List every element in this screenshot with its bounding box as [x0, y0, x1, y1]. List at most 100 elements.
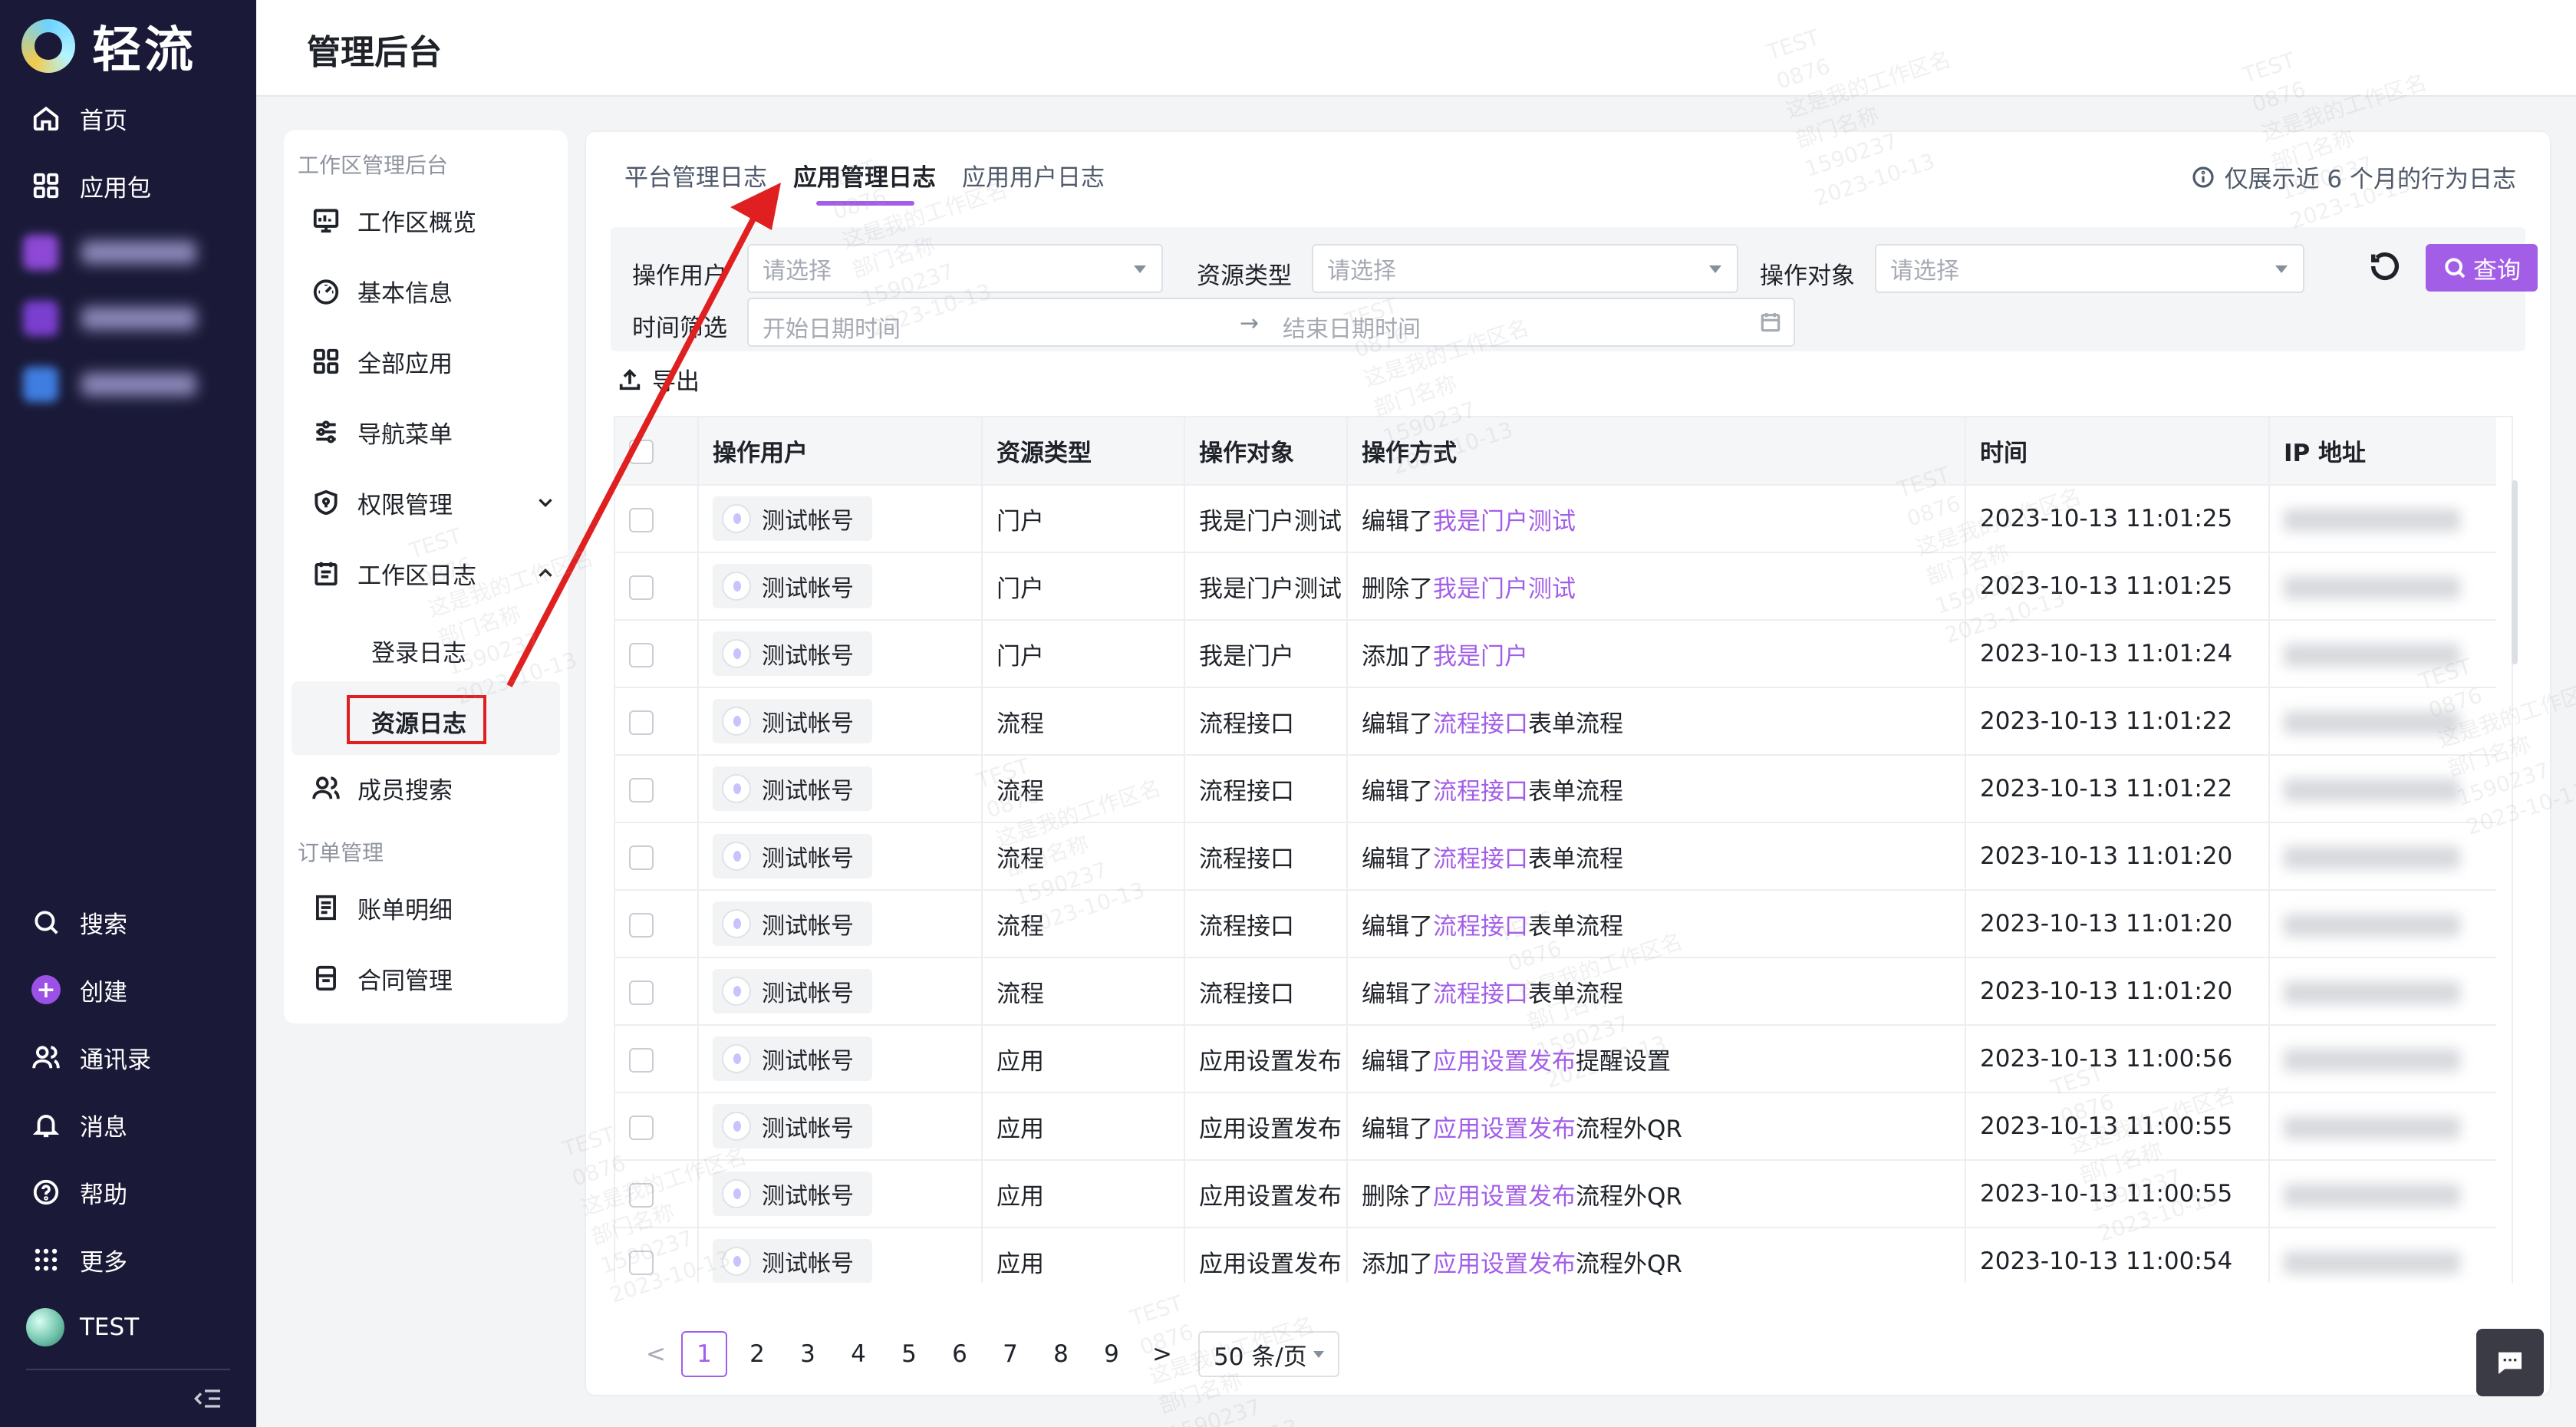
page-button-9[interactable]: 9 — [1086, 1340, 1137, 1368]
user-chip[interactable]: 测试帐号 — [713, 969, 872, 1013]
select-all-cell[interactable] — [615, 417, 699, 486]
row-select-cell[interactable] — [615, 890, 699, 958]
action-link[interactable]: 应用设置发布 — [1433, 1116, 1576, 1143]
reset-button[interactable] — [2367, 249, 2407, 288]
table-row[interactable]: 测试帐号 应用 应用设置发布 编辑了应用设置发布提醒设置 2023-10-13 11:0… — [615, 1025, 2496, 1093]
target-select[interactable]: 请选择 — [1875, 244, 2304, 293]
row-checkbox[interactable] — [629, 980, 654, 1005]
row-checkbox[interactable] — [629, 777, 654, 802]
row-checkbox[interactable] — [629, 507, 654, 532]
table-row[interactable]: 测试帐号 流程 流程接口 编辑了流程接口表单流程 2023-10-13 11:01:20 — [615, 890, 2496, 958]
blurred-app-1[interactable] — [23, 235, 204, 270]
blurred-app-2[interactable] — [23, 301, 204, 336]
export-button[interactable]: 导出 — [617, 362, 700, 397]
query-button[interactable]: 查询 — [2426, 244, 2538, 292]
table-row[interactable]: 测试帐号 门户 我是门户 添加了我是门户 2023-10-13 11:01:24 — [615, 620, 2496, 688]
resource-type-select[interactable]: 请选择 — [1312, 244, 1738, 293]
user-chip[interactable]: 测试帐号 — [713, 901, 872, 946]
row-select-cell[interactable] — [615, 1228, 699, 1283]
user-chip[interactable]: 测试帐号 — [713, 1172, 872, 1216]
page-button-3[interactable]: 3 — [782, 1340, 833, 1368]
page-button-5[interactable]: 5 — [884, 1340, 934, 1368]
page-button-4[interactable]: 4 — [833, 1340, 884, 1368]
collapse-sidebar-icon[interactable] — [193, 1386, 224, 1412]
row-checkbox[interactable] — [629, 912, 654, 938]
row-checkbox[interactable] — [629, 710, 654, 735]
table-scrollbar[interactable] — [2512, 480, 2518, 664]
nav-item-messages[interactable]: 消息 — [31, 1106, 127, 1143]
nav-item-search[interactable]: 搜索 — [31, 904, 127, 941]
sidebar-item-bill-details[interactable]: 账单明细 — [311, 887, 453, 928]
sidebar-item-login-log[interactable]: 登录日志 — [371, 634, 466, 668]
action-link[interactable]: 流程接口 — [1433, 980, 1528, 1008]
row-select-cell[interactable] — [615, 822, 699, 891]
chat-button[interactable] — [2476, 1329, 2544, 1396]
page-button-1[interactable]: 1 — [681, 1331, 727, 1377]
user-chip[interactable]: 测试帐号 — [713, 1036, 872, 1081]
row-checkbox[interactable] — [629, 575, 654, 600]
action-link[interactable]: 流程接口 — [1433, 778, 1528, 806]
user-chip[interactable]: 测试帐号 — [713, 496, 872, 541]
brand[interactable]: 轻流 — [21, 11, 196, 81]
tab-platform-log[interactable]: 平台管理日志 — [624, 158, 767, 193]
row-select-cell[interactable] — [615, 957, 699, 1026]
nav-item-create[interactable]: + 创建 — [31, 971, 127, 1008]
blurred-app-3[interactable] — [23, 367, 204, 402]
operator-select[interactable]: 请选择 — [747, 244, 1163, 293]
tab-app-admin-log[interactable]: 应用管理日志 — [793, 158, 936, 193]
nav-item-more[interactable]: 更多 — [31, 1241, 127, 1278]
action-link[interactable]: 应用设置发布 — [1433, 1251, 1576, 1278]
user-chip[interactable]: 测试帐号 — [713, 834, 872, 878]
sidebar-item-all-apps[interactable]: 全部应用 — [311, 341, 453, 382]
row-select-cell[interactable] — [615, 1160, 699, 1228]
table-row[interactable]: 测试帐号 应用 应用设置发布 删除了应用设置发布流程外QR 2023-10-13 11:… — [615, 1160, 2496, 1228]
action-link[interactable]: 我是门户测试 — [1433, 575, 1576, 603]
action-link[interactable]: 应用设置发布 — [1433, 1183, 1576, 1211]
action-link[interactable]: 流程接口 — [1433, 913, 1528, 941]
page-size-select[interactable]: 50 条/页 — [1198, 1331, 1339, 1377]
table-row[interactable]: 测试帐号 应用 应用设置发布 编辑了应用设置发布流程外QR 2023-10-13 11:… — [615, 1092, 2496, 1161]
sidebar-item-member-search[interactable]: 成员搜索 — [311, 767, 453, 809]
start-date-input[interactable]: 开始日期时间 — [763, 310, 901, 344]
sidebar-item-permissions[interactable]: 权限管理 — [311, 482, 557, 523]
row-checkbox[interactable] — [629, 1182, 654, 1208]
sidebar-item-contracts[interactable]: 合同管理 — [311, 957, 453, 999]
user-chip[interactable]: 测试帐号 — [713, 564, 872, 608]
table-row[interactable]: 测试帐号 门户 我是门户测试 删除了我是门户测试 2023-10-13 11:01:25 — [615, 552, 2496, 621]
date-range-picker[interactable]: 开始日期时间 → 结束日期时间 — [747, 298, 1795, 347]
nav-item-app-package[interactable]: 应用包 — [31, 167, 151, 204]
action-link[interactable]: 流程接口 — [1433, 710, 1528, 738]
row-checkbox[interactable] — [629, 642, 654, 667]
table-row[interactable]: 测试帐号 流程 流程接口 编辑了流程接口表单流程 2023-10-13 11:01:22 — [615, 687, 2496, 756]
tab-app-user-log[interactable]: 应用用户日志 — [962, 158, 1105, 193]
sidebar-item-basic-info[interactable]: 基本信息 — [311, 270, 453, 311]
row-checkbox[interactable] — [629, 1115, 654, 1140]
table-row[interactable]: 测试帐号 流程 流程接口 编辑了流程接口表单流程 2023-10-13 11:01:20 — [615, 957, 2496, 1026]
page-button-6[interactable]: 6 — [934, 1340, 985, 1368]
row-select-cell[interactable] — [615, 552, 699, 621]
row-select-cell[interactable] — [615, 755, 699, 823]
user-chip[interactable]: 测试帐号 — [713, 1104, 872, 1149]
user-chip[interactable]: 测试帐号 — [713, 699, 872, 743]
user-chip[interactable]: 测试帐号 — [713, 766, 872, 811]
row-checkbox[interactable] — [629, 845, 654, 870]
page-button-2[interactable]: 2 — [732, 1340, 782, 1368]
table-row[interactable]: 测试帐号 流程 流程接口 编辑了流程接口表单流程 2023-10-13 11:01:20 — [615, 822, 2496, 891]
prev-page-button[interactable]: < — [631, 1340, 681, 1368]
nav-item-help[interactable]: 帮助 — [31, 1174, 127, 1211]
page-button-8[interactable]: 8 — [1036, 1340, 1086, 1368]
nav-item-home[interactable]: 首页 — [31, 100, 127, 137]
table-row[interactable]: 测试帐号 流程 流程接口 编辑了流程接口表单流程 2023-10-13 11:01:22 — [615, 755, 2496, 823]
nav-item-profile[interactable]: TEST — [26, 1308, 139, 1346]
row-select-cell[interactable] — [615, 687, 699, 756]
row-select-cell[interactable] — [615, 1092, 699, 1161]
action-link[interactable]: 我是门户 — [1433, 643, 1528, 671]
row-checkbox[interactable] — [629, 1047, 654, 1073]
end-date-input[interactable]: 结束日期时间 — [1283, 310, 1421, 344]
row-select-cell[interactable] — [615, 485, 699, 553]
row-select-cell[interactable] — [615, 1025, 699, 1093]
sidebar-item-workspace-overview[interactable]: 工作区概览 — [311, 199, 476, 241]
user-chip[interactable]: 测试帐号 — [713, 631, 872, 676]
select-all-checkbox[interactable] — [629, 440, 654, 464]
action-link[interactable]: 应用设置发布 — [1433, 1048, 1576, 1076]
